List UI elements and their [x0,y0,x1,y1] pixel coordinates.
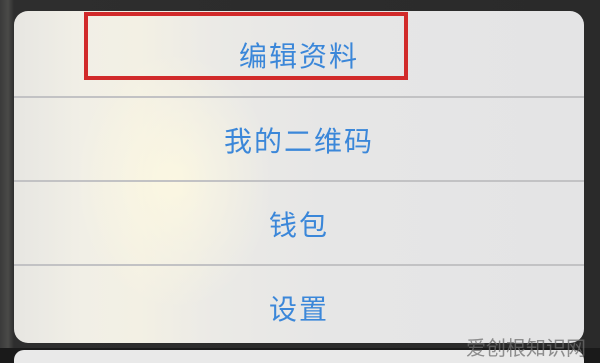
menu-item-label: 钱包 [268,208,329,242]
menu-item-label: 设置 [268,292,329,326]
annotation-highlight-box [84,12,408,80]
menu-item-my-qr-code[interactable]: 我的二维码 [14,98,584,181]
menu-item-wallet[interactable]: 钱包 [14,182,584,265]
menu-item-label: 我的二维码 [223,124,374,158]
watermark-text: 爱创根知识网 [466,336,586,360]
